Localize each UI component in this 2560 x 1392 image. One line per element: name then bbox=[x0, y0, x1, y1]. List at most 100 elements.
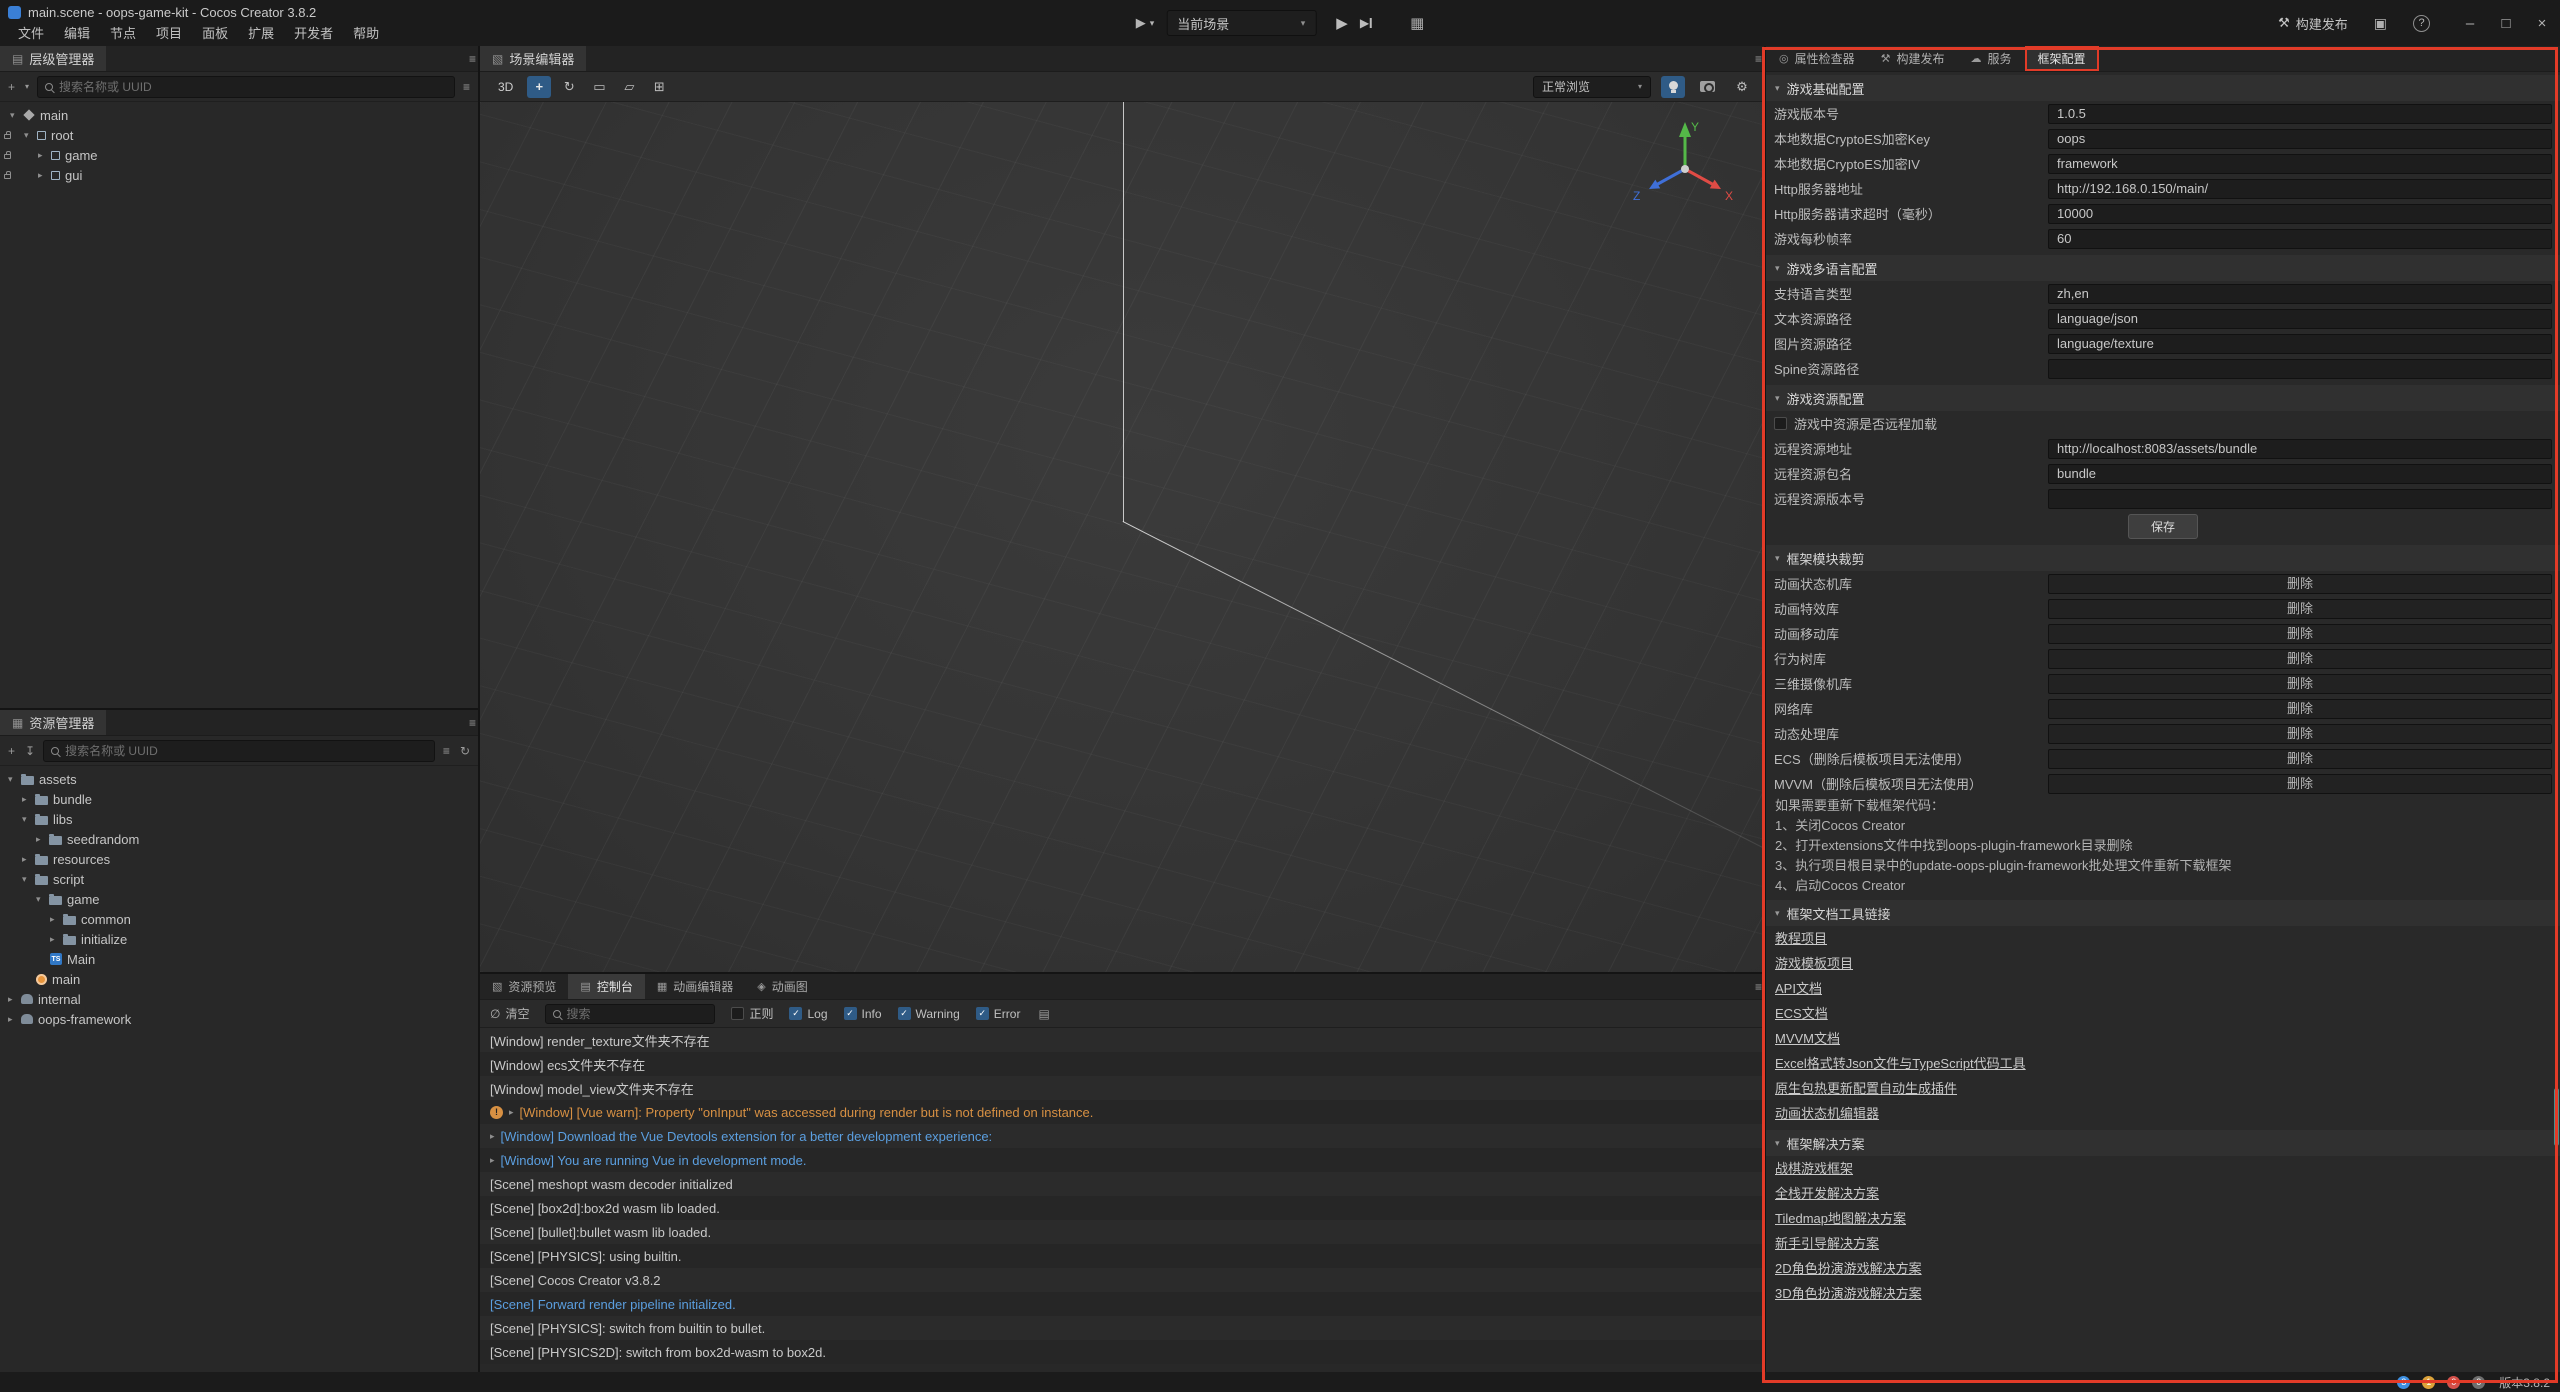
menu-item-3[interactable]: 项目 bbox=[146, 22, 192, 43]
expand-arrow-icon[interactable]: ▸ bbox=[36, 834, 49, 845]
console-filter-2[interactable]: ✓Info bbox=[844, 1005, 882, 1022]
doc-link-4-5[interactable]: Excel格式转Json文件与TypeScript代码工具 bbox=[1766, 1051, 2560, 1076]
snap-tool-button[interactable]: ⊞ bbox=[647, 76, 671, 98]
delete-button[interactable]: 删除 bbox=[2048, 574, 2552, 594]
console-search-input[interactable] bbox=[566, 1007, 707, 1021]
log-row-10[interactable]: [Scene] Cocos Creator v3.8.2 bbox=[480, 1268, 1764, 1292]
config-field[interactable]: 10000 bbox=[2048, 204, 2552, 224]
expand-arrow-icon[interactable]: ▸ bbox=[8, 1014, 21, 1025]
config-field[interactable]: zh,en bbox=[2048, 284, 2552, 304]
config-field[interactable]: language/json bbox=[2048, 309, 2552, 329]
asset-node-seedrandom[interactable]: ▸seedrandom bbox=[0, 829, 478, 849]
step-button[interactable]: ▶ bbox=[1360, 16, 1372, 30]
scale-tool-button[interactable]: ▱ bbox=[617, 76, 641, 98]
import-asset-icon[interactable]: ↧ bbox=[23, 744, 37, 758]
scrollbar-thumb[interactable] bbox=[2554, 1088, 2559, 1146]
log-row-1[interactable]: [Window] ecs文件夹不存在 bbox=[480, 1052, 1764, 1076]
hierarchy-tab[interactable]: ▤ 层级管理器 bbox=[0, 46, 106, 71]
delete-button[interactable]: 删除 bbox=[2048, 749, 2552, 769]
package-icon[interactable]: ▣ bbox=[2374, 15, 2387, 32]
assets-search-input[interactable] bbox=[65, 744, 427, 758]
log-row-3[interactable]: !▸[Window] [Vue warn]: Property "onInput… bbox=[480, 1100, 1764, 1124]
asset-node-Main[interactable]: TSMain bbox=[0, 949, 478, 969]
console-tab-1[interactable]: ▤控制台 bbox=[568, 974, 644, 999]
expand-chevron-icon[interactable]: ▸ bbox=[490, 1131, 495, 1142]
menu-item-4[interactable]: 面板 bbox=[192, 22, 238, 43]
console-menu-icon[interactable]: ≡ bbox=[1753, 980, 1764, 994]
scene-tab[interactable]: ▧ 场景编辑器 bbox=[480, 46, 586, 71]
section-header-0[interactable]: ▾游戏基础配置 bbox=[1766, 75, 2560, 101]
section-header-2[interactable]: ▾游戏资源配置 bbox=[1766, 385, 2560, 411]
expand-chevron-icon[interactable]: ▸ bbox=[509, 1107, 514, 1118]
log-row-4[interactable]: ▸[Window] Download the Vue Devtools exte… bbox=[480, 1124, 1764, 1148]
status-error-badge[interactable]: 0 bbox=[2447, 1376, 2460, 1389]
camera-settings-button[interactable] bbox=[1695, 76, 1720, 98]
hierarchy-node-gui[interactable]: ▸gui bbox=[0, 165, 478, 185]
hierarchy-node-game[interactable]: ▸game bbox=[0, 145, 478, 165]
scene-selector[interactable]: 当前场景 ▾ bbox=[1166, 10, 1316, 36]
asset-node-initialize[interactable]: ▸initialize bbox=[0, 929, 478, 949]
assets-filter-icon[interactable]: ≡ bbox=[441, 744, 452, 758]
menu-item-7[interactable]: 帮助 bbox=[343, 22, 389, 43]
config-field[interactable] bbox=[2048, 489, 2552, 509]
status-info-badge[interactable]: 3 bbox=[2397, 1376, 2410, 1389]
config-field[interactable]: oops bbox=[2048, 129, 2552, 149]
mode-3d-button[interactable]: 3D bbox=[490, 76, 521, 98]
section-header-3[interactable]: ▾框架模块裁剪 bbox=[1766, 545, 2560, 571]
menu-item-0[interactable]: 文件 bbox=[8, 22, 54, 43]
doc-link-4-3[interactable]: ECS文档 bbox=[1766, 1001, 2560, 1026]
config-field[interactable]: framework bbox=[2048, 154, 2552, 174]
asset-node-bundle[interactable]: ▸bundle bbox=[0, 789, 478, 809]
doc-link-4-7[interactable]: 动画状态机编辑器 bbox=[1766, 1101, 2560, 1126]
close-button[interactable]: × bbox=[2524, 0, 2560, 46]
config-field[interactable]: http://192.168.0.150/main/ bbox=[2048, 179, 2552, 199]
config-field[interactable]: http://localhost:8083/assets/bundle bbox=[2048, 439, 2552, 459]
config-field[interactable]: language/texture bbox=[2048, 334, 2552, 354]
create-asset-button[interactable]: + bbox=[6, 744, 17, 758]
console-tab-0[interactable]: ▧资源预览 bbox=[480, 974, 568, 999]
console-filter-1[interactable]: ✓Log bbox=[789, 1005, 827, 1022]
maximize-button[interactable]: □ bbox=[2488, 0, 2524, 46]
expand-arrow-icon[interactable]: ▸ bbox=[38, 150, 51, 161]
expand-arrow-icon[interactable]: ▾ bbox=[22, 874, 35, 885]
hierarchy-menu-icon[interactable]: ≡ bbox=[467, 46, 478, 71]
expand-arrow-icon[interactable]: ▾ bbox=[36, 894, 49, 905]
checkbox[interactable]: ✓ bbox=[844, 1007, 857, 1020]
inspector-tab-3[interactable]: 框架配置 bbox=[2025, 46, 2099, 71]
doc-link-5-0[interactable]: 战棋游戏框架 bbox=[1766, 1156, 2560, 1181]
preview-device-button[interactable]: ▶ ▾ bbox=[1136, 15, 1155, 31]
hierarchy-node-root[interactable]: ▾root bbox=[0, 125, 478, 145]
checkbox[interactable]: ✓ bbox=[898, 1007, 911, 1020]
config-field[interactable] bbox=[2048, 359, 2552, 379]
console-search[interactable] bbox=[545, 1004, 715, 1024]
log-row-9[interactable]: [Scene] [PHYSICS]: using builtin. bbox=[480, 1244, 1764, 1268]
asset-node-common[interactable]: ▸common bbox=[0, 909, 478, 929]
hierarchy-filter-icon[interactable]: ≡ bbox=[461, 80, 472, 94]
assets-menu-icon[interactable]: ≡ bbox=[467, 710, 478, 735]
console-filter-0[interactable]: 正则 bbox=[731, 1005, 773, 1022]
scene-viewport[interactable]: Y X Z bbox=[480, 102, 1764, 972]
asset-node-game[interactable]: ▾game bbox=[0, 889, 478, 909]
log-row-13[interactable]: [Scene] [PHYSICS2D]: switch from box2d-w… bbox=[480, 1340, 1764, 1364]
asset-node-resources[interactable]: ▸resources bbox=[0, 849, 478, 869]
asset-node-libs[interactable]: ▾libs bbox=[0, 809, 478, 829]
rect-tool-button[interactable]: ▭ bbox=[587, 76, 611, 98]
checkbox[interactable] bbox=[731, 1007, 744, 1020]
expand-arrow-icon[interactable]: ▾ bbox=[22, 814, 35, 825]
log-row-0[interactable]: [Window] render_texture文件夹不存在 bbox=[480, 1028, 1764, 1052]
section-header-1[interactable]: ▾游戏多语言配置 bbox=[1766, 255, 2560, 281]
checkbox[interactable]: ✓ bbox=[976, 1007, 989, 1020]
assets-search[interactable] bbox=[43, 740, 435, 762]
doc-link-5-5[interactable]: 3D角色扮演游戏解决方案 bbox=[1766, 1281, 2560, 1306]
doc-link-5-3[interactable]: 新手引导解决方案 bbox=[1766, 1231, 2560, 1256]
asset-node-internal[interactable]: ▸internal bbox=[0, 989, 478, 1009]
inspector-tab-1[interactable]: ⚒构建发布 bbox=[1868, 46, 1958, 71]
assets-tab[interactable]: ▦ 资源管理器 bbox=[0, 710, 106, 735]
doc-link-4-6[interactable]: 原生包热更新配置自动生成插件 bbox=[1766, 1076, 2560, 1101]
doc-link-4-0[interactable]: 教程项目 bbox=[1766, 926, 2560, 951]
doc-link-4-2[interactable]: API文档 bbox=[1766, 976, 2560, 1001]
expand-arrow-icon[interactable]: ▸ bbox=[22, 794, 35, 805]
save-button[interactable]: 保存 bbox=[2128, 514, 2198, 539]
log-row-5[interactable]: ▸[Window] You are running Vue in develop… bbox=[480, 1148, 1764, 1172]
delete-button[interactable]: 删除 bbox=[2048, 649, 2552, 669]
